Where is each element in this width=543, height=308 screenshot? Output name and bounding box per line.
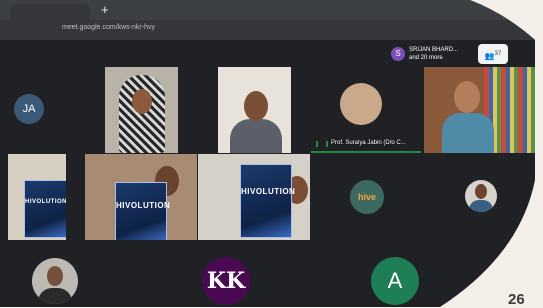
avatar-young-man xyxy=(465,180,497,212)
presenter-more: and 20 more xyxy=(409,55,443,61)
avatar-monogram: KK xyxy=(202,257,250,305)
participant-face-hijab xyxy=(132,89,152,114)
new-tab-button[interactable]: + xyxy=(101,3,109,17)
participant-body-bookshelf xyxy=(442,113,494,153)
avatar-a-letter: A xyxy=(387,268,403,293)
meet-window: + meet.google.com/kws-nkr-hvy S SRIJAN B… xyxy=(0,0,543,307)
participant-tile-hijab[interactable] xyxy=(105,67,178,153)
avatar-ja-label: JA xyxy=(22,103,36,115)
participant-tile-older-man[interactable] xyxy=(218,67,291,153)
speaking-indicator-icon xyxy=(316,141,328,147)
avatar-young-man-body xyxy=(469,200,493,212)
participant-tile-book-1[interactable]: HIVOLUTION xyxy=(8,154,66,240)
participant-tile-bookshelf[interactable] xyxy=(424,67,536,153)
people-button[interactable]: 👥37 xyxy=(478,44,508,64)
participant-face-older-man xyxy=(244,91,268,121)
avatar-glasses-man-face xyxy=(47,266,63,286)
participant-face-bookshelf xyxy=(454,81,480,113)
avatar-young-man-face xyxy=(475,184,487,199)
hive-logo-text: hive xyxy=(357,192,376,202)
active-speaker-bar xyxy=(311,151,421,153)
participant-tile-book-3[interactable]: HIVOLUTION xyxy=(198,154,310,240)
participant-tile-book-2[interactable]: HIVOLUTION xyxy=(85,154,197,240)
participant-video-older-man xyxy=(230,119,282,153)
url-text[interactable]: meet.google.com/kws-nkr-hvy xyxy=(62,24,155,31)
book-cover-2: HIVOLUTION xyxy=(115,182,167,240)
speaker-name-label: Prof. Suraiya Jabin (D/o C... xyxy=(331,140,406,146)
page-number: 26 xyxy=(508,291,525,308)
avatar-speaker xyxy=(340,83,382,125)
people-count: 37 xyxy=(494,51,502,57)
avatar-hive-logo: hive xyxy=(350,180,384,214)
avatar-ja: JA xyxy=(14,94,44,124)
presenter-text: SRIJAN BHARD... and 20 more xyxy=(409,46,458,62)
presenter-name: SRIJAN BHARD... xyxy=(409,47,459,53)
people-icon: 👥 xyxy=(484,51,495,61)
avatar-a: A xyxy=(371,257,419,305)
book-title-1: HIVOLUTION xyxy=(25,199,66,205)
book-cover-3: HIVOLUTION xyxy=(240,164,292,238)
presenter-avatar: S xyxy=(391,47,405,61)
avatar-glasses-man-body xyxy=(38,288,72,304)
participant-video-hijab xyxy=(119,75,165,153)
browser-tab[interactable] xyxy=(10,4,90,20)
monogram-text: KK xyxy=(206,268,246,294)
browser-tab-strip: + xyxy=(0,0,543,20)
presenter-indicator[interactable]: S SRIJAN BHARD... and 20 more xyxy=(391,45,458,63)
meet-top-bar xyxy=(0,40,543,67)
book-cover-1: HIVOLUTION xyxy=(24,180,66,238)
book-title-3: HIVOLUTION xyxy=(241,187,296,196)
book-title-2: HIVOLUTION xyxy=(116,201,171,210)
avatar-glasses-man xyxy=(32,258,78,304)
